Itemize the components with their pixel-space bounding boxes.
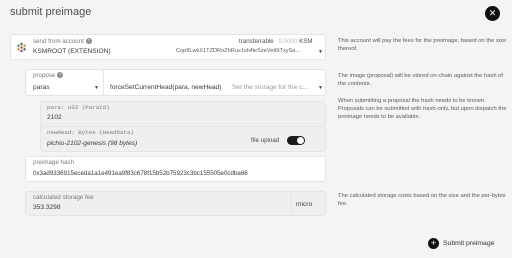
newhead-param-label: newHead: Bytes (HeadData) [47,129,134,136]
storage-fee-label: calculated storage fee [33,194,94,201]
submit-preimage-label: Submit preimage [443,240,495,247]
propose-help-text: The image (proposal) will be stored on-c… [338,73,503,87]
propose-method[interactable]: forceSetCurrentHead(para, newHead) [110,84,221,91]
account-name: KSMROOT (EXTENSION) [33,48,111,55]
storage-fee-divider [291,192,292,215]
plus-icon: + [428,238,439,249]
file-upload-label: file upload [251,137,280,144]
account-help-text: This account will pay the fees for the p… [338,38,507,52]
storage-fee-value: 353.3298 [33,204,61,211]
preimage-hash-value: 0x3ad9336915eceda1a1e491ea9f83c678f15b52… [33,170,248,177]
para-param-label: para: u32 (ParaId) [47,104,110,111]
storage-fee-unit: micro [296,201,313,208]
chevron-down-icon: ▼ [94,85,99,91]
transferrable-value: 0.0000 [278,38,298,45]
preimage-hash-label: preimage hash [33,159,74,166]
submit-preimage-button[interactable]: + Submit preimage [428,238,494,249]
help-icon[interactable]: ? [57,72,64,79]
help-icon[interactable]: ? [85,38,92,45]
propose-divider [103,70,104,95]
propose-module[interactable]: paras [33,84,50,91]
propose-label: propose? [33,72,64,79]
propose-method-hint: Set the storage for the c… [232,84,309,91]
para-param-value: 2102 [47,114,62,121]
storage-fee-help-text: The calculated storage costs based on th… [338,193,506,207]
account-identicon [16,42,27,53]
chevron-down-icon: ▼ [318,85,323,91]
modal-header: submit preimage ✕ [0,0,512,26]
modal-title: submit preimage [10,6,92,18]
close-icon[interactable]: ✕ [485,6,500,21]
newhead-param-value: pichiu-2102-genesis (98 bytes) [47,140,138,147]
file-upload-toggle[interactable] [287,136,305,145]
propose-selector[interactable] [25,69,326,96]
params-help-text: When submitting a proposal the hash need… [338,98,507,120]
transferrable-row: transferrable 0.0000 KSM [239,38,313,45]
chevron-down-icon: ▼ [318,49,323,55]
transferrable-unit: KSM [299,38,313,45]
transferrable-label: transferrable [239,38,274,45]
account-address: Cop9LwkX1TZDRoZhRuvJuh4leSzeVet6tTxySa… [176,48,301,54]
account-label: send from account? [33,38,92,45]
